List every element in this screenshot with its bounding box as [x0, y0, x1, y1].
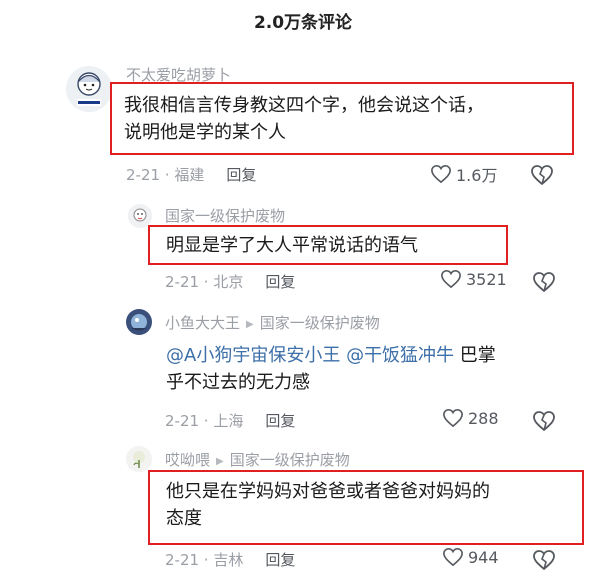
like-button[interactable]: 3521: [440, 269, 507, 289]
comment-meta: 2-21 · 北京 回复: [165, 271, 295, 292]
avatar[interactable]: [66, 66, 112, 112]
broken-heart-icon[interactable]: [532, 409, 556, 433]
comment-meta: 2-21 · 福建 回复: [126, 164, 256, 185]
reply-button[interactable]: 回复: [265, 551, 295, 569]
flower-avatar-icon: [126, 446, 152, 472]
comment-meta: 2-21 · 吉林 回复: [165, 549, 295, 570]
heart-outline-icon: [431, 164, 451, 184]
heart-outline-icon: [443, 547, 463, 567]
heart-outline-icon: [443, 408, 463, 428]
comment-date-location: 2-21 · 北京: [165, 273, 244, 291]
like-count: 3521: [466, 269, 507, 289]
like-count: 288: [468, 408, 499, 428]
broken-heart-icon[interactable]: [530, 163, 554, 187]
highlight-box: [148, 225, 508, 265]
comment-text: @A小狗宇宙保安小王 @干饭猛冲牛 巴掌 乎不过去的无力感: [166, 342, 496, 396]
comment-meta: 2-21 · 上海 回复: [165, 410, 295, 431]
comment-date-location: 2-21 · 吉林: [165, 551, 244, 569]
mention-link[interactable]: @A小狗宇宙保安小王: [166, 345, 340, 366]
reply-author[interactable]: 小鱼大大王: [165, 314, 240, 332]
reply-button[interactable]: 回复: [265, 412, 295, 430]
broken-heart-icon[interactable]: [532, 270, 556, 294]
like-count: 1.6万: [456, 166, 498, 185]
highlight-box: [148, 470, 584, 545]
reply-button[interactable]: 回复: [265, 273, 295, 291]
comment-username[interactable]: 小鱼大大王 ▶ 国家一级保护废物: [165, 312, 380, 333]
reply-target[interactable]: 国家一级保护废物: [260, 314, 380, 332]
like-button[interactable]: 944: [442, 547, 499, 567]
comment-username[interactable]: 哎呦喂 ▶ 国家一级保护废物: [165, 449, 350, 470]
comment-text-line: 乎不过去的无力感: [166, 372, 310, 393]
triangle-right-icon: ▶: [216, 456, 224, 467]
like-button[interactable]: 1.6万: [430, 162, 497, 186]
broken-heart-icon[interactable]: [532, 548, 556, 572]
cartoon-avatar-icon: [66, 66, 112, 112]
fish-avatar-icon: [126, 309, 152, 335]
mention-link[interactable]: @干饭猛冲牛: [346, 345, 454, 366]
highlight-box: [110, 82, 574, 155]
like-count: 944: [468, 547, 499, 567]
comment-date-location: 2-21 · 福建: [126, 166, 205, 184]
comment-text-fragment: 巴掌: [454, 345, 496, 366]
reply-target[interactable]: 国家一级保护废物: [230, 451, 350, 469]
comments-header-title: 2.0万条评论: [253, 13, 353, 33]
heart-outline-icon: [441, 269, 461, 289]
like-button[interactable]: 288: [442, 408, 499, 428]
comment-username[interactable]: 国家一级保护废物: [165, 205, 285, 226]
avatar[interactable]: [126, 309, 152, 335]
comment-date-location: 2-21 · 上海: [165, 412, 244, 430]
avatar[interactable]: [126, 446, 152, 472]
reply-author[interactable]: 哎呦喂: [165, 451, 210, 469]
triangle-right-icon: ▶: [246, 319, 254, 330]
reply-button[interactable]: 回复: [226, 166, 256, 184]
comment-text-line: @A小狗宇宙保安小王 @干饭猛冲牛 巴掌: [166, 342, 496, 369]
